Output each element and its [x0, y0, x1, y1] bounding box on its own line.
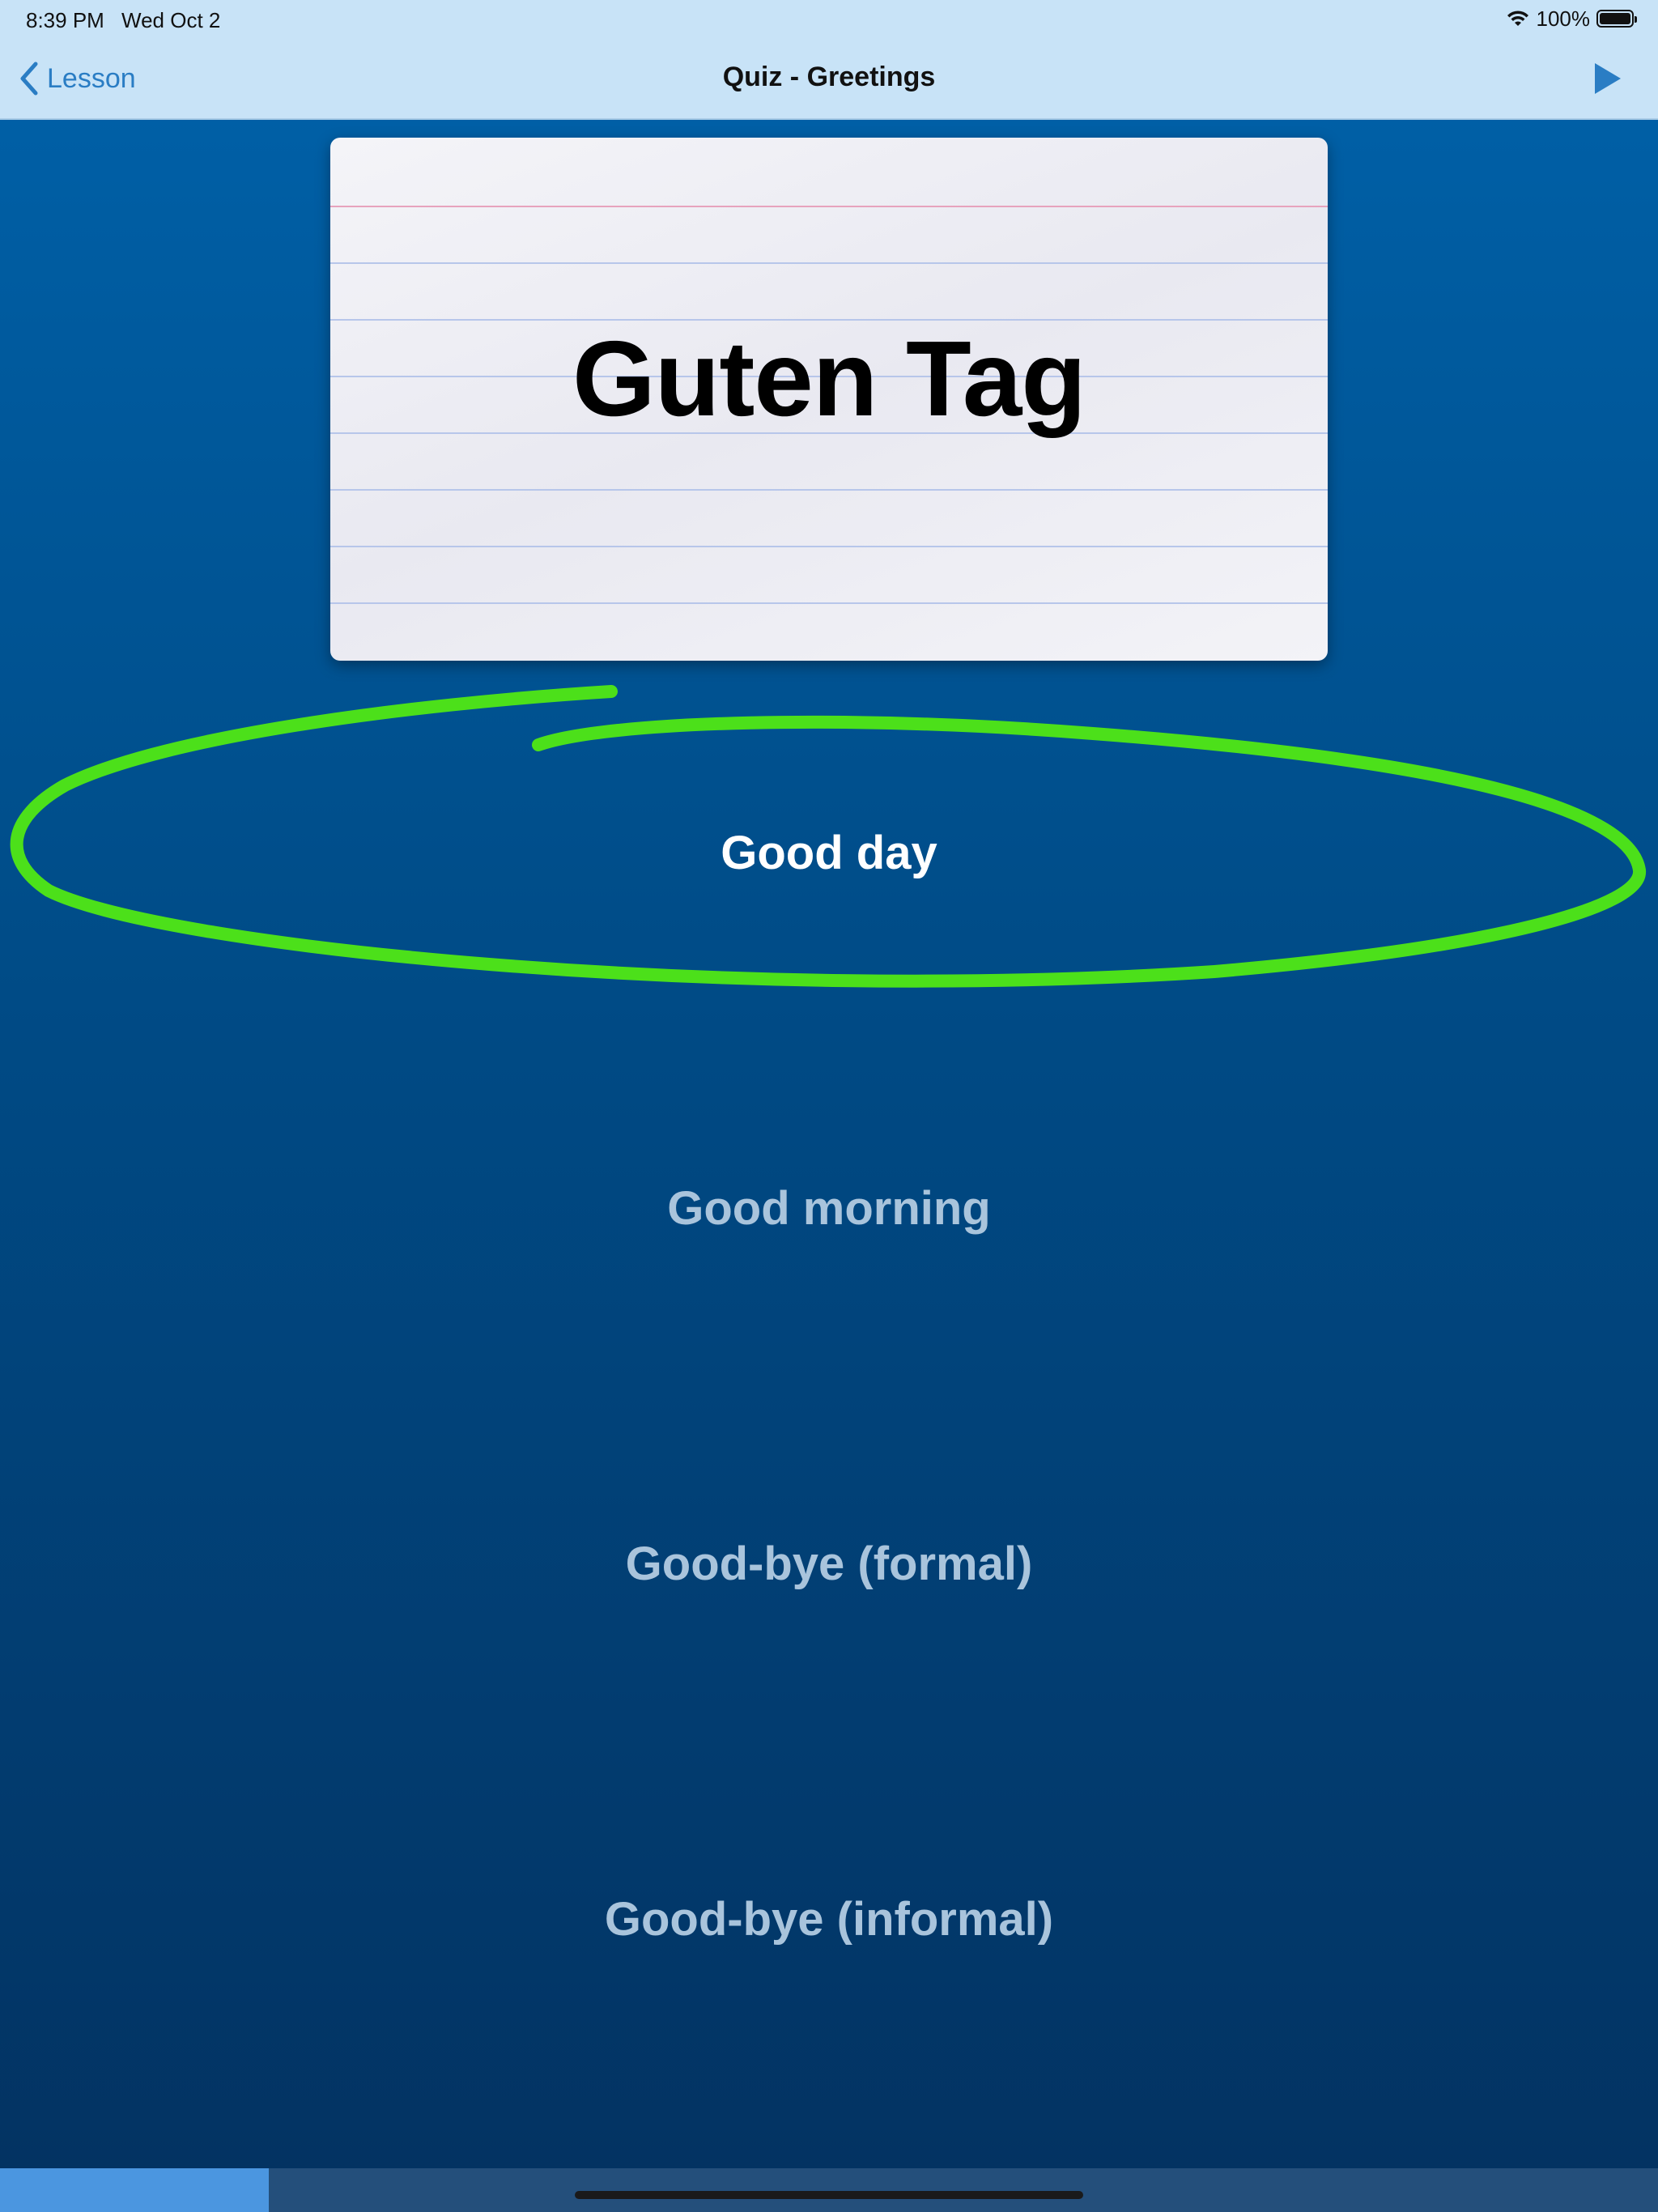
- wifi-icon: [1507, 11, 1528, 26]
- answer-option-2[interactable]: Good morning: [0, 1181, 1658, 1236]
- answer-option-3[interactable]: Good-bye (formal): [0, 1537, 1658, 1591]
- page-title: Quiz - Greetings: [722, 62, 936, 92]
- card-rule-line: [330, 489, 1328, 491]
- battery-percent: 100%: [1536, 6, 1591, 31]
- status-date: Wed Oct 2: [121, 8, 221, 32]
- card-rule-line: [330, 602, 1328, 604]
- card-word: Guten Tag: [572, 319, 1086, 438]
- quiz-progress-fill: [0, 2168, 269, 2212]
- answer-option-4[interactable]: Good-bye (informal): [0, 1892, 1658, 1946]
- card-rule-line: [330, 546, 1328, 547]
- quiz-screen: 8:39 PM Wed Oct 2 100% Lesson Quiz - Gre…: [0, 0, 1658, 2212]
- card-rule-line: [330, 262, 1328, 264]
- status-indicators: 100%: [1506, 6, 1637, 31]
- play-icon[interactable]: [1588, 60, 1626, 97]
- answer-option-1[interactable]: Good day: [0, 826, 1658, 880]
- card-margin-line: [330, 206, 1328, 207]
- flash-card: Guten Tag: [330, 138, 1328, 661]
- quiz-progress-bar: [0, 2168, 1658, 2212]
- battery-icon: [1596, 10, 1637, 28]
- home-indicator[interactable]: [575, 2191, 1083, 2199]
- status-time: 8:39 PM: [26, 8, 104, 32]
- navigation-bar: 8:39 PM Wed Oct 2 100% Lesson Quiz - Gre…: [0, 0, 1658, 120]
